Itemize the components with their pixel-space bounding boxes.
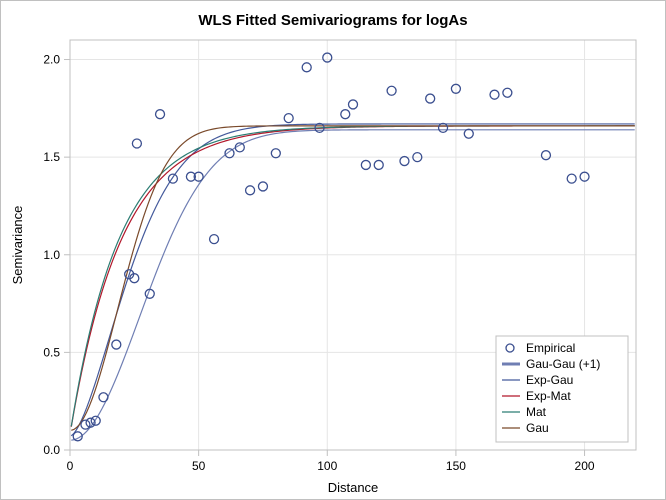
legend: Empirical Gau-Gau (+1) Exp-Gau Exp-Mat Mat Ga… [496, 336, 628, 442]
legend-label: Gau-Gau (+1) [526, 357, 600, 371]
y-tick-label: 1.5 [43, 150, 60, 164]
legend-label: Exp-Mat [526, 389, 571, 403]
empirical-point [541, 151, 550, 160]
y-tick-label: 2.0 [43, 53, 60, 67]
chart-title: WLS Fitted Semivariograms for logAs [198, 12, 467, 29]
y-tick-label: 0.5 [43, 345, 60, 359]
empirical-point [374, 160, 383, 169]
legend-label: Mat [526, 405, 547, 419]
x-tick-label: 100 [317, 459, 337, 473]
y-axis-label: Semivariance [10, 206, 25, 285]
empirical-point [341, 110, 350, 119]
legend-label: Empirical [526, 341, 575, 355]
empirical-point [246, 186, 255, 195]
empirical-point [271, 149, 280, 158]
x-tick-label: 200 [575, 459, 595, 473]
y-tick-label: 0.0 [43, 443, 60, 457]
empirical-point [284, 114, 293, 123]
legend-label: Exp-Gau [526, 373, 573, 387]
empirical-point [387, 86, 396, 95]
empirical-point [439, 123, 448, 132]
semivariogram-chart: WLS Fitted Semivariograms for logAs 0 50 1… [0, 0, 666, 500]
y-tick-label: 1.0 [43, 248, 60, 262]
empirical-point [112, 340, 121, 349]
empirical-point [400, 157, 409, 166]
empirical-point [91, 416, 100, 425]
x-tick-label: 50 [192, 459, 206, 473]
empirical-point [567, 174, 576, 183]
empirical-point [349, 100, 358, 109]
empirical-point [210, 235, 219, 244]
empirical-point [99, 393, 108, 402]
x-axis-label: Distance [328, 480, 379, 495]
empirical-point [490, 90, 499, 99]
empirical-point [464, 129, 473, 138]
empirical-point [168, 174, 177, 183]
empirical-point [302, 63, 311, 72]
x-tick-label: 0 [67, 459, 74, 473]
empirical-point [503, 88, 512, 97]
empirical-point [81, 420, 90, 429]
empirical-point [132, 139, 141, 148]
legend-label: Gau [526, 421, 549, 435]
chart-container: WLS Fitted Semivariograms for logAs 0 50 1… [0, 0, 666, 500]
empirical-point [361, 160, 370, 169]
empirical-point [426, 94, 435, 103]
x-tick-label: 150 [446, 459, 466, 473]
empirical-point [258, 182, 267, 191]
empirical-point [156, 110, 165, 119]
